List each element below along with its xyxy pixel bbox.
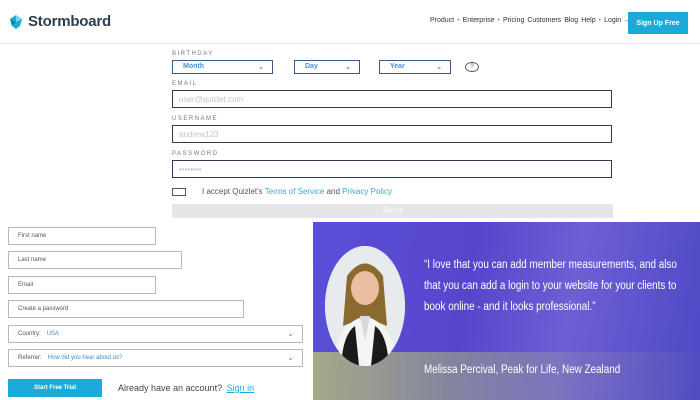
create-password-field[interactable]: Create a password (8, 300, 244, 318)
email-label: EMAIL (172, 81, 198, 87)
nav-customers[interactable]: Customers (527, 17, 561, 24)
country-label: Country: (18, 331, 41, 337)
nav-login[interactable]: Login → (604, 17, 630, 24)
referrer-label: Referrer: (18, 355, 42, 361)
testimonial-quote: “I love that you can add member measurem… (424, 259, 677, 313)
help-icon[interactable]: ? (465, 62, 479, 72)
terms-checkbox[interactable] (172, 188, 186, 196)
start-free-trial-button[interactable]: Start Free Trial (8, 379, 102, 397)
month-select[interactable]: Month ⌄ (172, 60, 273, 74)
referrer-value: How did you hear about us? (47, 355, 123, 361)
person-photo-icon (325, 246, 405, 366)
terms-text: I accept Quizlet's Terms of Service and … (202, 187, 392, 196)
existing-account-prompt: Already have an account? Sign in (118, 383, 255, 393)
chevron-down-icon: ⌄ (436, 64, 442, 71)
testimonial-panel: “I love that you can add member measurem… (313, 222, 700, 400)
quizlet-email-field[interactable]: user@quizlet.com (172, 90, 612, 108)
year-select[interactable]: Year ⌄ (379, 60, 451, 74)
testimonial-attribution: Melissa Percival, Peak for Life, New Zea… (424, 364, 621, 376)
sign-up-free-button[interactable]: Sign Up Free (628, 12, 688, 34)
day-select[interactable]: Day ⌄ (294, 60, 360, 74)
chevron-down-icon: ⌄ (287, 353, 294, 362)
logo-text: Stormboard (28, 13, 112, 30)
nav-enterprise[interactable]: Enterprise (463, 17, 495, 24)
nav-blog[interactable]: Blog (564, 17, 578, 24)
logo[interactable]: Stormboard (8, 13, 111, 30)
sign-in-link[interactable]: Sign in (227, 383, 255, 393)
quizlet-signup-button[interactable]: Sign up (172, 204, 613, 218)
quizlet-username-field[interactable]: andrew123 (172, 125, 612, 143)
chevron-down-icon: ⌄ (287, 329, 294, 338)
country-select[interactable]: Country: USA ⌄ (8, 325, 303, 343)
terms-of-service-link[interactable]: Terms of Service (265, 187, 325, 196)
stormboard-logo-icon (10, 14, 22, 29)
username-label: USERNAME (172, 116, 219, 122)
nav-help[interactable]: Help (581, 17, 595, 24)
email-field[interactable]: Email (8, 276, 156, 294)
birthday-label: BIRTHDAY (172, 51, 214, 57)
site-header: Stormboard Product • Enterprise • Pricin… (0, 0, 700, 44)
first-name-field[interactable]: First name (8, 227, 156, 245)
password-label: PASSWORD (172, 151, 219, 157)
nav-product[interactable]: Product (430, 17, 454, 24)
main-nav: Product • Enterprise • Pricing Customers… (430, 17, 631, 24)
chevron-down-icon: ⌄ (258, 64, 264, 71)
chevron-down-icon: ⌄ (345, 64, 351, 71)
testimonial-avatar (325, 246, 405, 366)
referrer-select[interactable]: Referrer: How did you hear about us? ⌄ (8, 349, 303, 367)
nav-pricing[interactable]: Pricing (503, 17, 524, 24)
privacy-policy-link[interactable]: Privacy Policy (342, 187, 392, 196)
country-value: USA (46, 331, 60, 337)
last-name-field[interactable]: Last name (8, 251, 182, 269)
quizlet-password-field[interactable]: •••••••• (172, 160, 612, 178)
